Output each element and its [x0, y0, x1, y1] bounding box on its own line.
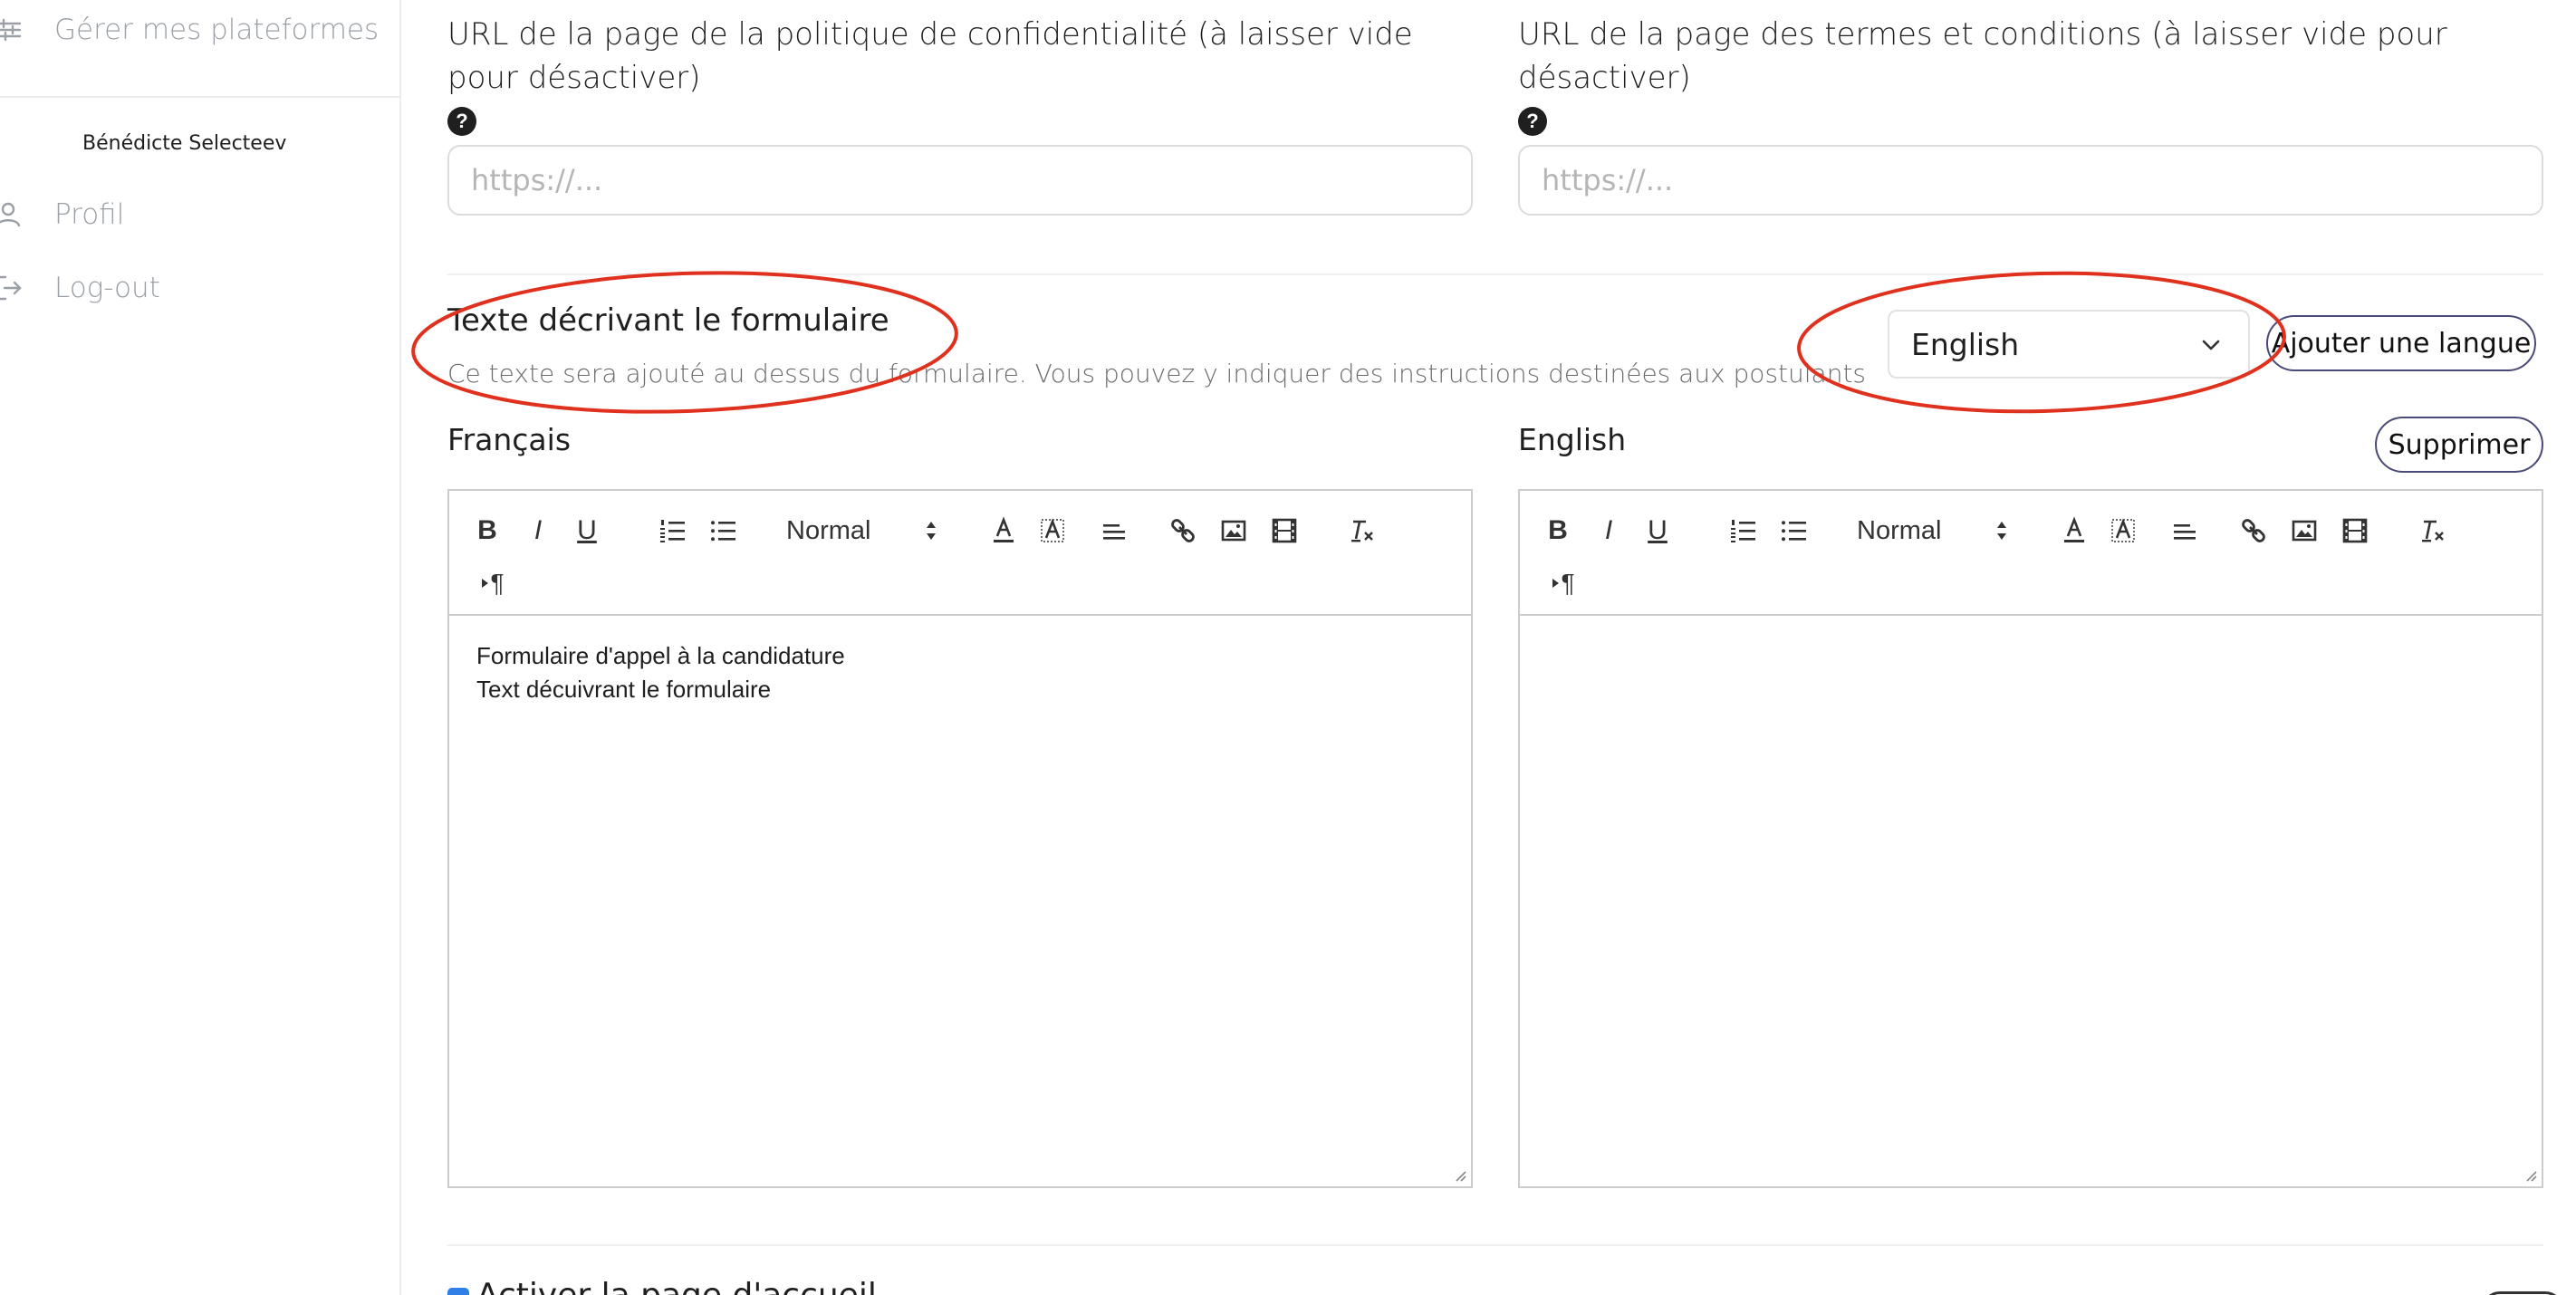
heading-select-value: Normal [1857, 515, 1942, 545]
image-icon [1221, 520, 1246, 542]
link-icon [1171, 519, 1195, 542]
up-down-caret-icon [1997, 522, 2006, 540]
terms-help-icon[interactable]: ? [1518, 107, 1547, 136]
editor-content-line: Formulaire d'appel à la candidature [476, 642, 845, 669]
privacy-url-label: URL de la page de la politique de confid… [447, 16, 1413, 96]
underline-button[interactable]: U [572, 511, 601, 551]
sidebar: Gérer mes plateformes Bénédicte Selectee… [0, 0, 401, 1295]
annotation-ellipse-title [411, 271, 958, 414]
privacy-help-icon[interactable]: ? [447, 107, 476, 136]
editor-toolbar: B I U Normal ¶ [1520, 491, 2542, 616]
ordered-list-button[interactable] [656, 511, 688, 551]
privacy-url-input[interactable] [447, 145, 1473, 216]
language-select[interactable]: English [1888, 310, 2250, 379]
sidebar-item-label: Profil [54, 198, 125, 231]
section-divider [447, 1244, 2543, 1246]
align-left-icon [1103, 524, 1125, 540]
direction-arrow-icon [482, 579, 489, 588]
ordered-list-button[interactable] [1726, 511, 1759, 551]
editor-language-label: English [1518, 422, 1627, 457]
homepage-checkbox[interactable] [447, 1288, 469, 1295]
bullet-list-icon [1782, 521, 1806, 542]
clear-format-button[interactable] [2417, 511, 2449, 551]
background-color-button[interactable] [1036, 511, 1069, 551]
link-icon [2242, 519, 2265, 542]
video-icon [2342, 518, 2368, 543]
sidebar-divider [0, 96, 399, 98]
resize-handle-icon[interactable] [1451, 1166, 1467, 1183]
ordered-list-icon [1731, 520, 1755, 542]
section-title: Texte décrivant le formulaire [447, 302, 889, 339]
text-color-button[interactable] [987, 511, 1020, 551]
editor-toolbar: B I U Normal ¶ [449, 491, 1471, 616]
terms-url-input[interactable] [1518, 145, 2543, 216]
up-down-caret-icon [927, 522, 936, 540]
image-icon [2292, 520, 2317, 542]
italic-button[interactable]: I [1594, 511, 1623, 551]
link-button[interactable] [2237, 511, 2270, 551]
homepage-toggle[interactable] [2482, 1291, 2563, 1295]
rich-text-editor-fr: B I U Normal ¶ Formulaire d'appel à la c… [447, 489, 1473, 1188]
sidebar-item-label: Log-out [54, 272, 160, 304]
video-button[interactable] [1268, 511, 1301, 551]
editor-content[interactable]: Formulaire d'appel à la candidature Text… [476, 639, 845, 706]
bullet-list-button[interactable] [1777, 511, 1810, 551]
background-color-button[interactable] [2107, 511, 2139, 551]
editor-language-label: Français [447, 422, 572, 457]
user-name: Bénédicte Selecteev [82, 132, 287, 155]
bullet-list-button[interactable] [706, 511, 739, 551]
bullet-list-icon [711, 521, 735, 542]
section-description: Ce texte sera ajouté au dessus du formul… [447, 359, 1867, 388]
terms-url-label: URL de la page des termes et conditions … [1518, 16, 2447, 96]
text-color-button[interactable] [2058, 511, 2091, 551]
heading-select[interactable]: Normal [786, 511, 936, 551]
section-divider [447, 273, 2543, 275]
heading-select-value: Normal [786, 515, 871, 545]
homepage-label: Activer la page d'accueil [476, 1277, 877, 1295]
text-color-icon [994, 516, 1014, 542]
text-color-icon [2064, 516, 2084, 542]
direction-arrow-icon [1552, 579, 1560, 588]
chevron-down-icon [2202, 340, 2220, 350]
image-button[interactable] [1217, 511, 1250, 551]
italic-button[interactable]: I [524, 511, 553, 551]
text-direction-button[interactable]: ¶ [1545, 563, 1581, 603]
user-icon [0, 202, 21, 227]
bold-button[interactable]: B [1543, 511, 1572, 551]
underline-button[interactable]: U [1643, 511, 1672, 551]
background-color-icon [2111, 518, 2135, 542]
align-button[interactable] [1098, 511, 1130, 551]
pilcrow-glyph: ¶ [490, 569, 505, 597]
delete-language-button[interactable]: Supprimer [2375, 417, 2543, 473]
video-icon [1272, 518, 1297, 543]
clear-format-icon [1351, 520, 1373, 542]
image-button[interactable] [2288, 511, 2321, 551]
add-language-button[interactable]: Ajouter une langue [2266, 315, 2536, 371]
bold-button[interactable]: B [473, 511, 502, 551]
clear-format-button[interactable] [1346, 511, 1379, 551]
ordered-list-icon [660, 520, 685, 542]
sidebar-item-label: Gérer mes plateformes [54, 14, 380, 46]
resize-handle-icon[interactable] [2522, 1166, 2538, 1183]
link-button[interactable] [1167, 511, 1199, 551]
background-color-icon [1041, 518, 1064, 542]
editor-content-line: Text décuivrant le formulaire [476, 676, 772, 703]
align-button[interactable] [2168, 511, 2201, 551]
logout-icon [0, 275, 22, 301]
rich-text-editor-en: B I U Normal ¶ [1518, 489, 2543, 1188]
text-direction-button[interactable]: ¶ [475, 563, 511, 603]
heading-select[interactable]: Normal [1857, 511, 2006, 551]
align-left-icon [2174, 524, 2196, 540]
clear-format-icon [2422, 520, 2444, 542]
sliders-icon [0, 18, 22, 42]
video-button[interactable] [2339, 511, 2371, 551]
pilcrow-glyph: ¶ [1561, 569, 1575, 597]
language-select-value: English [1911, 326, 2020, 362]
